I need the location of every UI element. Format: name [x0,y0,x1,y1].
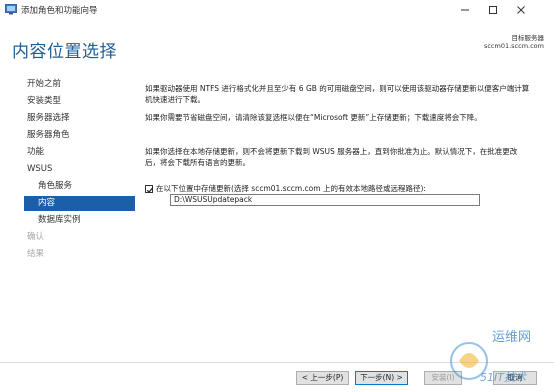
close-icon [517,6,525,14]
store-updates-row: 在以下位置中存储更新(选择 sccm01.sccm.com 上的有效本地路径或远… [145,183,426,194]
title-bar: 添加角色和功能向导 [0,0,554,20]
wizard-window: 添加角色和功能向导 内容位置选择 目标服务器 sccm01.sccm.com 开… [0,0,554,392]
window-title: 添加角色和功能向导 [21,6,98,16]
site-watermark-logo: 运维网 51IT技术 [450,330,531,384]
nav-item-features[interactable]: 功能 [24,145,135,160]
update-path-input[interactable]: D:\WSUSUpdatepack [170,194,480,206]
wizard-nav: 开始之前 安装类型 服务器选择 服务器角色 功能 WSUS 角色服务 内容 数据… [0,66,140,356]
close-button[interactable] [508,0,534,20]
previous-button[interactable]: < 上一步(P) [296,371,349,385]
wizard-header: 内容位置选择 目标服务器 sccm01.sccm.com [0,20,554,66]
description-local-store: 如果你选择在本地存储更新，则不会将更新下载到 WSUS 服务器上，直到你批准为止… [145,147,518,167]
minimize-icon [461,9,469,11]
nav-item-content[interactable]: 内容 [24,196,135,211]
nav-item-role-services[interactable]: 角色服务 [24,179,135,194]
watermark-line2: 51IT技术 [480,371,527,384]
nav-item-results: 结果 [27,249,45,259]
target-server-name: sccm01.sccm.com [483,42,544,50]
page-title: 内容位置选择 [12,42,117,62]
description-ntfs: 如果驱动器使用 NTFS 进行格式化并且至少有 6 GB 的可用磁盘空间，则可以… [145,84,530,104]
minimize-button[interactable] [452,0,478,20]
nav-item-confirmation: 确认 [27,232,45,242]
next-button[interactable]: 下一步(N) > [355,371,408,385]
maximize-icon [489,6,497,14]
maximize-button[interactable] [480,0,506,20]
nav-item-installation-type[interactable]: 安装类型 [24,94,135,109]
checkmark-icon [146,186,154,193]
watermark-line1: 运维网 [492,330,531,345]
nav-item-wsus[interactable]: WSUS [24,162,135,177]
nav-item-server-roles[interactable]: 服务器角色 [24,128,135,143]
target-server-label: 目标服务器 [511,34,545,42]
nav-item-db-instance[interactable]: 数据库实例 [24,213,135,228]
nav-item-server-selection[interactable]: 服务器选择 [24,111,135,126]
store-updates-label: 在以下位置中存储更新(选择 sccm01.sccm.com 上的有效本地路径或远… [156,184,426,193]
server-manager-icon [5,4,17,15]
description-save-space: 如果你需要节省磁盘空间，请清除该复选框以便在“Microsoft 更新”上存储更… [145,113,482,122]
nav-item-before-you-begin[interactable]: 开始之前 [24,77,135,92]
store-updates-checkbox[interactable] [145,184,154,193]
